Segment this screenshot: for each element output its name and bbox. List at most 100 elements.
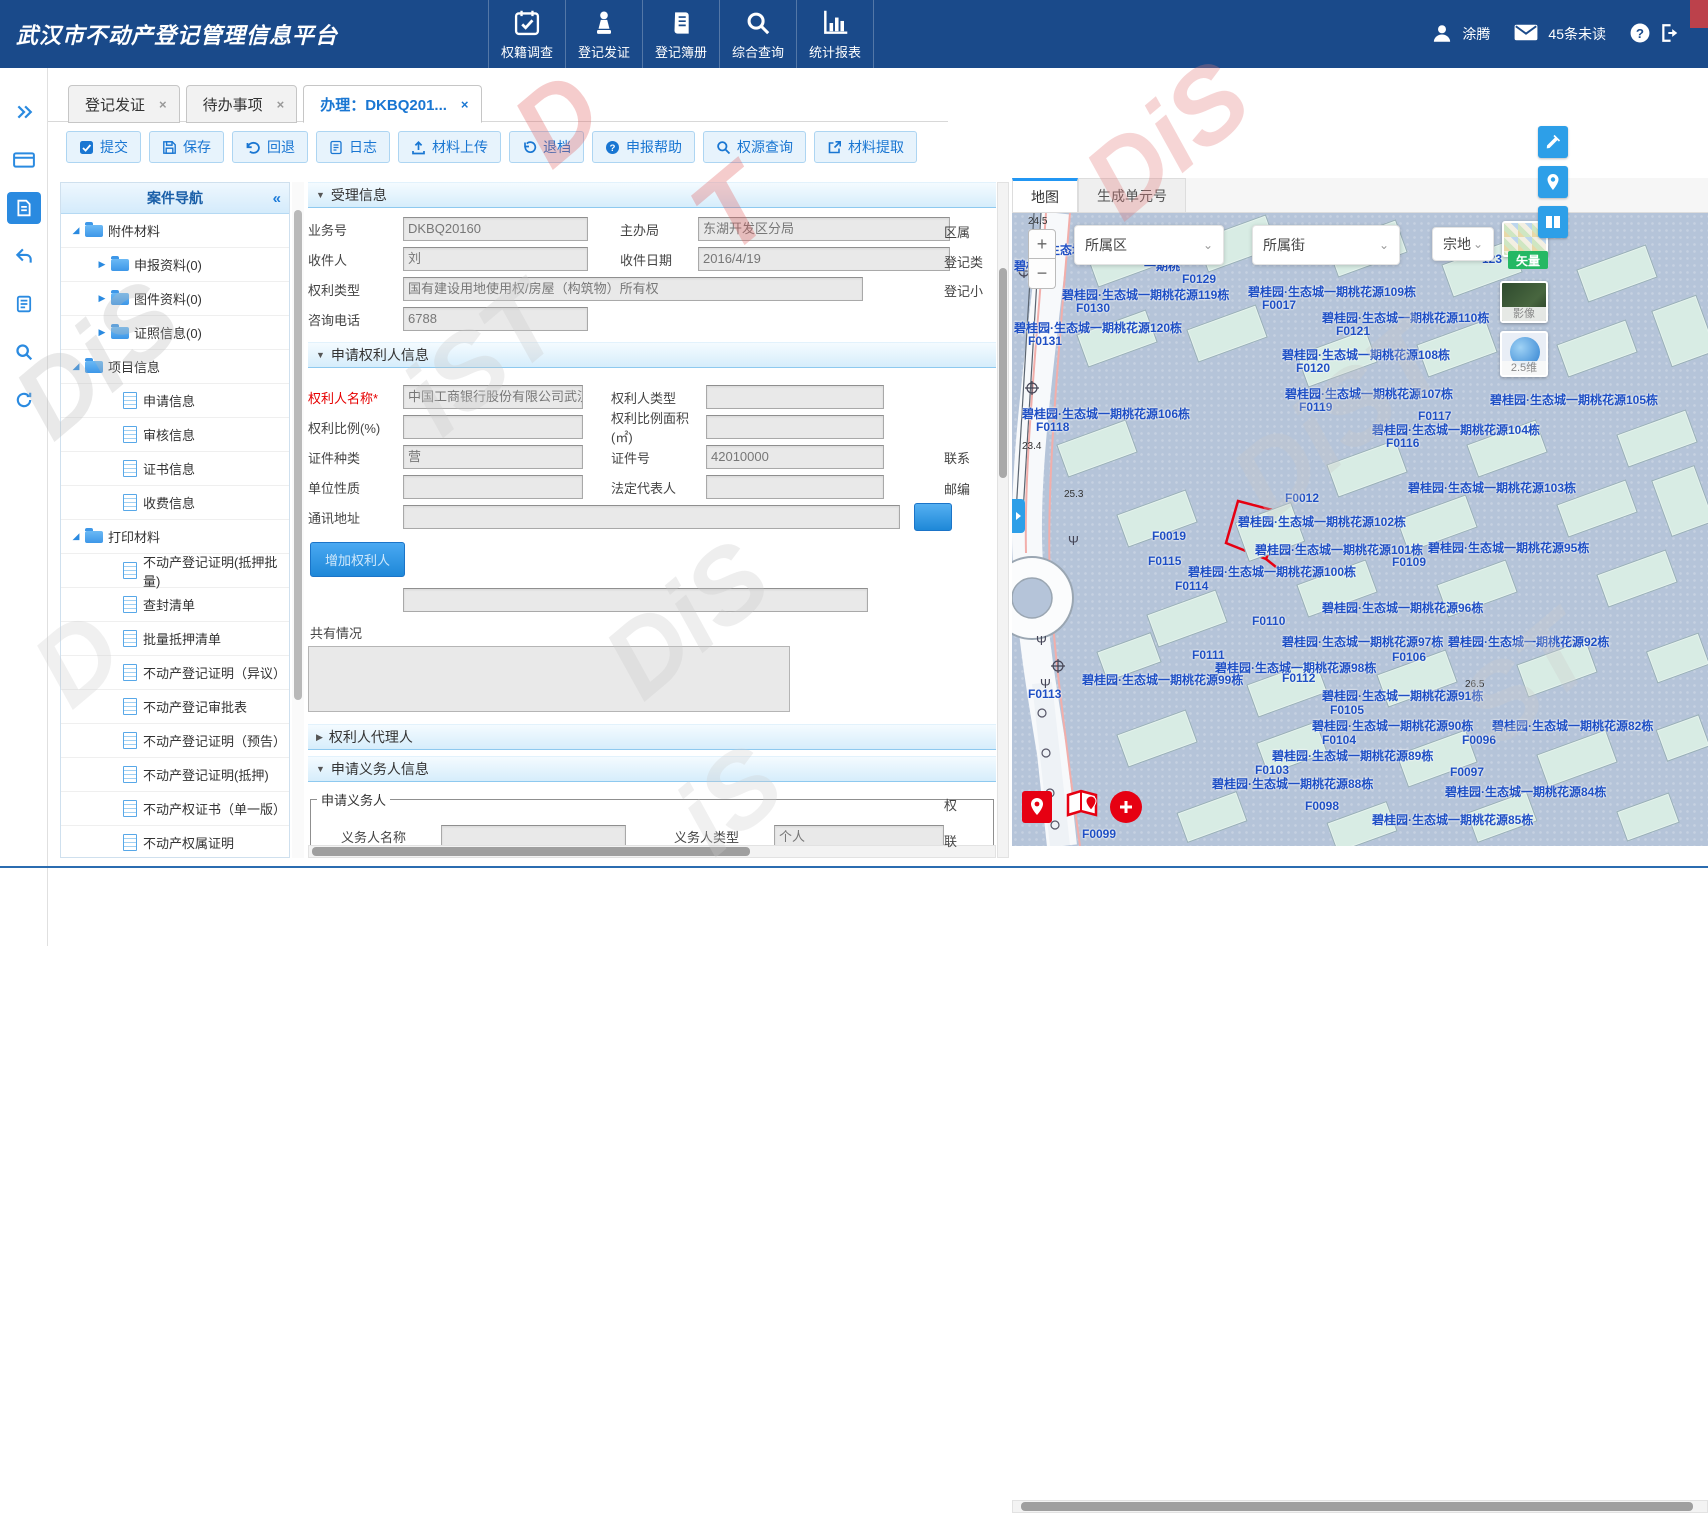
tree-item[interactable]: 查封清单: [61, 588, 289, 622]
section-header-acceptance[interactable]: ▼受理信息: [308, 182, 996, 208]
toolbar-button-save[interactable]: 保存: [149, 131, 224, 163]
tree-item[interactable]: 不动产登记证明(抵押): [61, 758, 289, 792]
tree-item[interactable]: 不动产登记证明（预告）: [61, 724, 289, 758]
nav-item-book[interactable]: 登记簿册: [642, 0, 719, 68]
tree-item[interactable]: 证书信息: [61, 452, 289, 486]
tree-item[interactable]: 不动产登记证明(抵押批量): [61, 554, 289, 588]
tree-collapsed-icon[interactable]: ▶: [95, 259, 109, 270]
tree-item[interactable]: ◢附件材料: [61, 214, 289, 248]
field-input[interactable]: 6788: [403, 307, 588, 331]
tree-item[interactable]: 批量抵押清单: [61, 622, 289, 656]
toolbar-button-help[interactable]: ?申报帮助: [592, 131, 695, 163]
field-input[interactable]: [403, 505, 900, 529]
location-tool-button[interactable]: [1538, 166, 1568, 198]
mail-icon[interactable]: [1514, 24, 1538, 44]
collapse-panel-icon[interactable]: «: [273, 190, 281, 207]
tree-expanded-icon[interactable]: ◢: [69, 361, 83, 372]
clipped-action-button[interactable]: [914, 503, 952, 531]
tree-item[interactable]: ▶图件资料(0): [61, 282, 289, 316]
unread-count[interactable]: 45条未读: [1548, 24, 1606, 44]
map-hscroll-thumb[interactable]: [1021, 1502, 1693, 1511]
logout-icon[interactable]: [1660, 23, 1680, 46]
toolbar-button-log[interactable]: 日志: [316, 131, 390, 163]
close-tab-icon[interactable]: ×: [461, 97, 469, 112]
rail-payment-icon[interactable]: [7, 144, 41, 176]
toolbar-button-extract[interactable]: 材料提取: [814, 131, 917, 163]
nav-item-certificate[interactable]: 登记发证: [565, 0, 642, 68]
form-hscroll-thumb[interactable]: [312, 847, 750, 856]
map-dropdown-2[interactable]: 宗地⌄: [1432, 227, 1494, 261]
map-dropdown-1[interactable]: 所属街⌄: [1252, 225, 1400, 265]
tree-expanded-icon[interactable]: ◢: [69, 531, 83, 542]
field-input[interactable]: 中国工商银行股份有限公司武汉水: [403, 385, 583, 409]
field-input[interactable]: 国有建设用地使用权/房屋（构筑物）所有权: [403, 277, 863, 301]
tree-item[interactable]: 收费信息: [61, 486, 289, 520]
field-input[interactable]: 个人: [774, 825, 944, 846]
help-icon[interactable]: ?: [1630, 23, 1650, 46]
map-dropdown-0[interactable]: 所属区⌄: [1074, 225, 1224, 265]
field-input[interactable]: 2016/4/19: [698, 247, 950, 271]
tree-collapsed-icon[interactable]: ▶: [95, 293, 109, 304]
map-canvas[interactable]: Ψ Ψ Ψ 生态城一碧桂F013一期桃F0129碧桂园·生态城一期桃花源119栋…: [1012, 213, 1708, 846]
toolbar-button-undo[interactable]: 回退: [232, 131, 308, 163]
zoom-in-button[interactable]: +: [1028, 229, 1056, 259]
rail-documents-icon[interactable]: [7, 192, 41, 224]
document-tab-2[interactable]: 办理：DKBQ201...×: [303, 85, 481, 123]
panel-expand-handle[interactable]: [1012, 499, 1025, 533]
form-vscroll-thumb[interactable]: [999, 268, 1007, 478]
rail-report-icon[interactable]: [7, 288, 41, 320]
close-tab-icon[interactable]: ×: [159, 97, 167, 112]
map-tab-0[interactable]: 地图: [1012, 178, 1078, 212]
field-input[interactable]: [706, 475, 884, 499]
tree-item[interactable]: 申请信息: [61, 384, 289, 418]
share-mode-input[interactable]: [403, 588, 868, 612]
section-header-obligor[interactable]: ▼申请义务人信息: [308, 756, 996, 782]
vector-layer-badge[interactable]: 矢量: [1508, 251, 1548, 269]
document-tab-1[interactable]: 待办事项×: [186, 85, 298, 123]
toolbar-button-search2[interactable]: 权源查询: [703, 131, 806, 163]
map-book-pin-button[interactable]: [1064, 787, 1102, 825]
field-input[interactable]: 东湖开发区分局: [698, 217, 950, 241]
add-button[interactable]: [1110, 791, 1142, 823]
rail-search-icon[interactable]: [7, 336, 41, 368]
field-input[interactable]: 营: [403, 445, 583, 469]
field-input[interactable]: [403, 415, 583, 439]
rail-expand-icon[interactable]: [7, 96, 41, 128]
field-input[interactable]: [706, 415, 884, 439]
toolbar-button-restore[interactable]: 退档: [509, 131, 584, 163]
document-tab-0[interactable]: 登记发证×: [68, 85, 180, 123]
tree-item[interactable]: 不动产权证书（单一版）: [61, 792, 289, 826]
share-info-textarea[interactable]: [308, 646, 790, 712]
nav-item-search[interactable]: 综合查询: [719, 0, 796, 68]
edit-tool-button[interactable]: [1538, 126, 1568, 158]
field-input[interactable]: [441, 825, 626, 846]
imagery-layer-thumbnail[interactable]: 影像: [1500, 281, 1548, 323]
section-header-holder[interactable]: ▼申请权利人信息: [308, 342, 996, 368]
field-input[interactable]: 刘: [403, 247, 588, 271]
field-input[interactable]: 42010000: [706, 445, 884, 469]
tree-item[interactable]: ◢打印材料: [61, 520, 289, 554]
tree-item[interactable]: ▶申报资料(0): [61, 248, 289, 282]
tree-scrollbar-thumb[interactable]: [294, 210, 302, 700]
locate-pin-button[interactable]: [1022, 791, 1052, 823]
rail-back-icon[interactable]: [7, 240, 41, 272]
user-name[interactable]: 涂腾: [1462, 24, 1490, 44]
toolbar-button-check-square[interactable]: 提交: [66, 131, 141, 163]
tree-item[interactable]: 不动产登记审批表: [61, 690, 289, 724]
field-input[interactable]: DKBQ20160: [403, 217, 588, 241]
tree-item[interactable]: ▶证照信息(0): [61, 316, 289, 350]
map-tab-1[interactable]: 生成单元号: [1078, 178, 1186, 212]
field-input[interactable]: [403, 475, 583, 499]
tree-item[interactable]: ◢项目信息: [61, 350, 289, 384]
split-view-button[interactable]: [1538, 206, 1568, 238]
toolbar-button-upload[interactable]: 材料上传: [398, 131, 501, 163]
tree-item[interactable]: 不动产登记证明（异议）: [61, 656, 289, 690]
add-holder-button[interactable]: 增加权利人: [310, 542, 405, 577]
field-input[interactable]: [706, 385, 884, 409]
tree-collapsed-icon[interactable]: ▶: [95, 327, 109, 338]
zoom-out-button[interactable]: −: [1028, 259, 1056, 289]
tree-expanded-icon[interactable]: ◢: [69, 225, 83, 236]
nav-item-calendar-check[interactable]: 权籍调查: [488, 0, 565, 68]
dim25-layer-thumbnail[interactable]: 2.5维: [1500, 331, 1548, 377]
close-tab-icon[interactable]: ×: [277, 97, 285, 112]
